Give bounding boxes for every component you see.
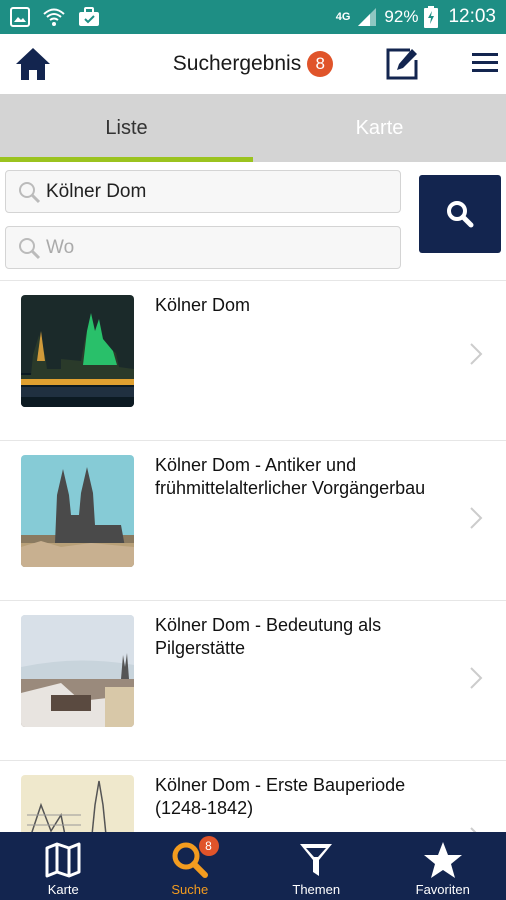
signal-icon [358, 8, 377, 26]
app-screen: 4G 92% 12:03 Suchergebnis 8 Liste Karte … [0, 0, 506, 900]
battery-charging-icon [424, 6, 439, 28]
nav-themen-label: Themen [292, 882, 341, 897]
filter-icon [300, 844, 333, 876]
nav-suche-label: Suche [171, 882, 209, 897]
nav-favoriten-label: Favoriten [415, 882, 470, 897]
map-icon [45, 842, 81, 878]
home-icon[interactable] [14, 46, 52, 82]
results-list: Kölner Dom Kölner Dom - Antiker und früh… [0, 280, 506, 832]
battery-percent: 92% [384, 7, 419, 26]
what-field [5, 170, 401, 213]
result-thumbnail [21, 295, 134, 407]
result-thumbnail [21, 775, 134, 832]
result-count-badge: 8 [307, 51, 334, 77]
result-title: Kölner Dom [155, 295, 251, 315]
search-icon [19, 181, 41, 203]
bottom-navigation: Karte 8 Suche Themen Favoriten [0, 832, 506, 900]
search-icon [447, 201, 474, 228]
nav-suche[interactable]: 8 Suche [127, 832, 254, 900]
search-what-input[interactable] [46, 180, 386, 203]
tab-liste[interactable]: Liste [0, 94, 253, 162]
briefcase-icon [79, 7, 99, 26]
chevron-right-icon [470, 343, 483, 365]
star-icon [423, 842, 462, 878]
result-title: Kölner Dom - Bedeutung als Pilgerstätte [155, 615, 382, 658]
result-title: Kölner Dom - Erste Bauperiode (1248-1842… [155, 775, 406, 818]
hamburger-menu-icon[interactable] [470, 50, 500, 76]
chevron-right-icon [470, 827, 477, 832]
app-header: Suchergebnis 8 [0, 34, 506, 94]
list-item[interactable]: Kölner Dom - Bedeutung als Pilgerstätte [0, 600, 506, 760]
image-icon [10, 7, 30, 27]
search-where-input[interactable] [46, 236, 386, 259]
result-title: Kölner Dom - Antiker und frühmittelalter… [155, 455, 426, 498]
tab-karte[interactable]: Karte [253, 94, 506, 162]
list-item[interactable]: Kölner Dom [0, 280, 506, 440]
chevron-right-icon [470, 507, 483, 529]
view-tabs: Liste Karte [0, 94, 506, 162]
wifi-icon [43, 8, 65, 26]
search-area [0, 162, 506, 280]
list-item[interactable]: Kölner Dom - Antiker und frühmittelalter… [0, 440, 506, 600]
where-field [5, 226, 401, 269]
search-button[interactable] [419, 175, 501, 253]
nav-themen[interactable]: Themen [253, 832, 380, 900]
nav-suche-badge: 8 [198, 836, 219, 856]
network-type: 4G [335, 11, 351, 23]
header-title-group: Suchergebnis 8 [0, 34, 506, 94]
nav-favoriten[interactable]: Favoriten [380, 832, 506, 900]
page-title: Suchergebnis [172, 52, 302, 75]
chevron-right-icon [470, 667, 483, 689]
status-bar: 4G 92% 12:03 [0, 0, 506, 34]
nav-karte-label: Karte [47, 882, 79, 897]
nav-karte[interactable]: Karte [0, 832, 127, 900]
tab-liste-label: Liste [105, 116, 148, 139]
tab-karte-label: Karte [355, 116, 404, 139]
search-icon [19, 237, 41, 259]
result-thumbnail [21, 455, 134, 567]
result-thumbnail [21, 615, 134, 727]
edit-icon[interactable] [384, 46, 420, 82]
clock: 12:03 [448, 6, 496, 27]
list-item[interactable]: Kölner Dom - Erste Bauperiode (1248-1842… [0, 760, 506, 832]
